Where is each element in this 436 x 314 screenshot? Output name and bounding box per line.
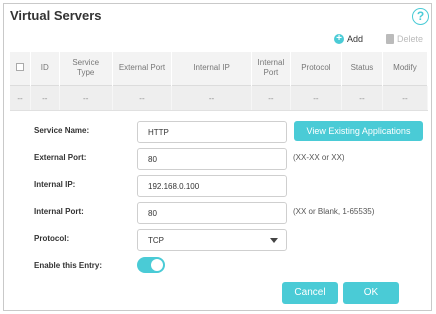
toolbar: + Add Delete	[4, 34, 431, 50]
table-cell: --	[382, 84, 429, 112]
select-all-checkbox[interactable]	[15, 62, 24, 71]
add-button[interactable]: + Add	[333, 34, 363, 44]
virtual-servers-panel: Virtual Servers ? + Add Delete ID Servic…	[3, 3, 432, 311]
table-cell: --	[290, 84, 342, 112]
protocol-label: Protocol:	[34, 234, 70, 243]
protocol-row: Protocol: TCP	[10, 229, 428, 251]
external-port-hint: (XX-XX or XX)	[293, 153, 345, 162]
add-icon: +	[333, 34, 344, 44]
internal-ip-label: Internal IP:	[34, 180, 76, 189]
column-header: External Port	[112, 52, 173, 85]
table-cell: --	[341, 84, 383, 112]
table-cell: --	[251, 84, 291, 112]
table-cell: --	[30, 84, 60, 112]
internal-port-label: Internal Port:	[34, 207, 84, 216]
table-cell: --	[112, 84, 173, 112]
table-row: -- -- -- -- -- -- -- -- --	[10, 84, 429, 112]
enable-entry-label: Enable this Entry:	[34, 261, 103, 270]
delete-button[interactable]: Delete	[385, 34, 423, 44]
service-name-label: Service Name:	[34, 126, 90, 135]
external-port-input[interactable]	[137, 148, 287, 170]
column-header: Service Type	[59, 52, 113, 85]
entry-form: Service Name: View Existing Applications…	[10, 110, 428, 308]
ok-button[interactable]: OK	[343, 282, 399, 304]
enable-row: Enable this Entry:	[10, 256, 428, 278]
column-header: Internal IP	[171, 52, 252, 85]
add-label: Add	[346, 34, 363, 44]
delete-label: Delete	[396, 34, 423, 44]
internal-port-row: Internal Port: (XX or Blank, 1-65535)	[10, 202, 428, 224]
cancel-button[interactable]: Cancel	[282, 282, 338, 304]
column-header: Modify	[382, 52, 429, 85]
table-cell: --	[59, 84, 113, 112]
protocol-value: TCP	[148, 236, 164, 245]
internal-port-hint: (XX or Blank, 1-65535)	[293, 207, 375, 216]
internal-port-input[interactable]	[137, 202, 287, 224]
page-title: Virtual Servers	[10, 8, 102, 23]
action-row: Cancel OK	[10, 282, 428, 304]
column-header: Protocol	[290, 52, 342, 85]
table-header-row: ID Service Type External Port Internal I…	[10, 52, 429, 85]
select-all-header[interactable]	[10, 52, 31, 85]
protocol-select[interactable]: TCP	[137, 229, 287, 251]
toggle-knob	[151, 259, 163, 271]
enable-entry-toggle[interactable]	[137, 257, 165, 273]
chevron-down-icon	[270, 238, 278, 243]
table-cell: --	[171, 84, 252, 112]
column-header: Status	[341, 52, 383, 85]
help-icon[interactable]: ?	[412, 8, 429, 25]
service-name-input[interactable]	[137, 121, 287, 143]
table-cell: --	[10, 84, 31, 112]
service-name-row: Service Name: View Existing Applications	[10, 121, 428, 143]
internal-ip-row: Internal IP:	[10, 175, 428, 197]
servers-table: ID Service Type External Port Internal I…	[10, 52, 429, 112]
external-port-label: External Port:	[34, 153, 87, 162]
view-existing-applications-button[interactable]: View Existing Applications	[294, 121, 423, 141]
external-port-row: External Port: (XX-XX or XX)	[10, 148, 428, 170]
internal-ip-input[interactable]	[137, 175, 287, 197]
column-header: Internal Port	[251, 52, 291, 85]
column-header: ID	[30, 52, 60, 85]
trash-icon	[385, 34, 394, 44]
